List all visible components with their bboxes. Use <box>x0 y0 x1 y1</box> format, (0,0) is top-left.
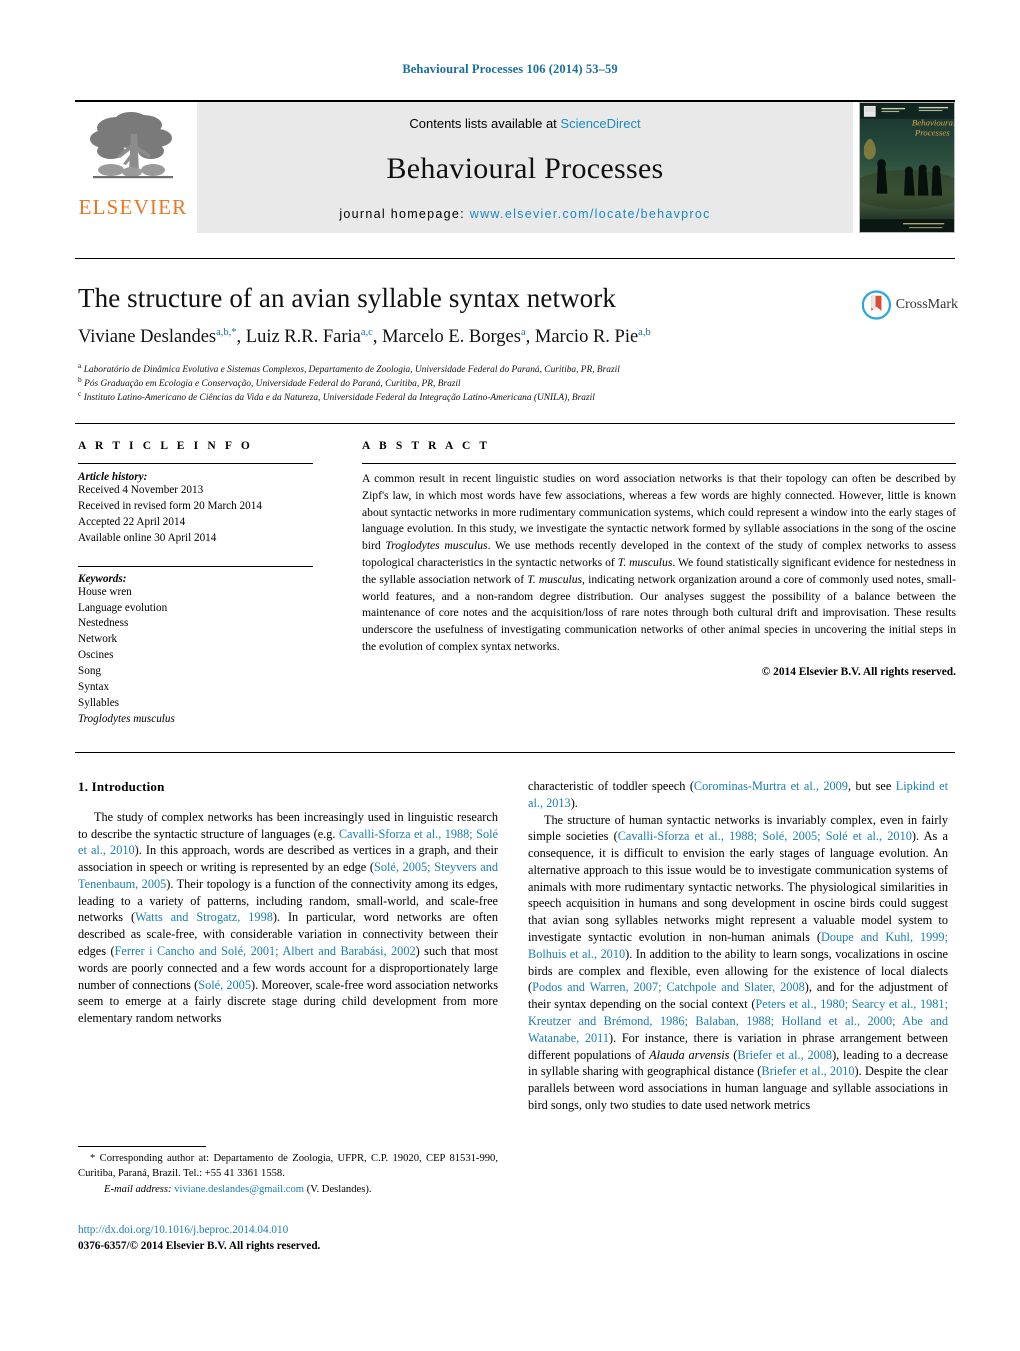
keyword-item: House wren <box>78 585 132 598</box>
body-column-right: characteristic of toddler speech (Coromi… <box>528 778 948 1114</box>
keyword-item: Network <box>78 633 118 646</box>
journal-band: Contents lists available at ScienceDirec… <box>197 102 853 233</box>
author-list: Viviane Deslandesa,b,*, Luiz R.R. Fariaa… <box>78 326 651 347</box>
affiliation-text-a: Laboratório de Dinâmica Evolutiva e Sist… <box>83 365 620 376</box>
journal-masthead: ELSEVIER Contents lists available at Sci… <box>75 100 955 233</box>
elsevier-logo: ELSEVIER <box>75 102 191 233</box>
abstract-section-divider <box>75 423 955 424</box>
journal-cover-thumbnail: Behavioural Processes <box>859 102 955 233</box>
body-column-left: 1. Introduction The study of complex net… <box>78 778 498 1027</box>
crossmark-icon <box>862 290 891 320</box>
affiliation-mark-c: c <box>78 389 82 398</box>
abstract-text: A common result in recent linguistic stu… <box>362 472 957 653</box>
email-attribution: (V. Deslandes). <box>306 1184 372 1196</box>
article-info-column: A R T I C L E I N F O Article history: R… <box>78 440 313 728</box>
issn-copyright-line: 0376-6357/© 2014 Elsevier B.V. All right… <box>78 1240 321 1253</box>
email-link[interactable]: viviane.deslandes@gmail.com <box>174 1184 304 1195</box>
contents-available-line: Contents lists available at ScienceDirec… <box>409 116 640 131</box>
article-info-rule <box>78 463 313 464</box>
intro-paragraph-1-continued: characteristic of toddler speech (Coromi… <box>528 779 948 810</box>
crossmark-badge[interactable]: CrossMark <box>862 285 958 325</box>
keyword-item: Nestedness <box>78 617 129 630</box>
footnote-block: * Corresponding author at: Departamento … <box>78 1152 498 1198</box>
article-history-item: Received 4 November 2013 <box>78 484 204 496</box>
keyword-item: Language evolution <box>78 601 168 614</box>
crossmark-label: CrossMark <box>895 297 958 312</box>
intro-paragraph-1: The study of complex networks has been i… <box>78 809 498 1026</box>
abstract-rule <box>362 463 956 464</box>
article-page: Behavioural Processes 106 (2014) 53–59 E… <box>0 0 1020 1351</box>
corresponding-author-note: * Corresponding author at: Departamento … <box>78 1153 498 1179</box>
article-info-heading: A R T I C L E I N F O <box>78 440 253 452</box>
page-title: The structure of an avian syllable synta… <box>78 283 616 313</box>
affiliation-mark-a: a <box>78 361 82 370</box>
keyword-item: Syllables <box>78 696 120 709</box>
keywords-block: Keywords: House wren Language evolution … <box>78 565 313 728</box>
keyword-item: Song <box>78 665 102 678</box>
doi-block: http://dx.doi.org/10.1016/j.beproc.2014.… <box>78 1222 508 1254</box>
article-history-item: Received in revised form 20 March 2014 <box>78 499 262 512</box>
article-history-label: Article history: <box>78 471 148 483</box>
footnote-divider <box>78 1146 206 1147</box>
contents-prefix: Contents lists available at <box>409 116 561 131</box>
running-head: Behavioural Processes 106 (2014) 53–59 <box>402 62 618 76</box>
affiliation-text-b: Pós Graduação em Ecologia e Conservação,… <box>84 379 461 390</box>
elsevier-wordmark: ELSEVIER <box>78 195 188 219</box>
journal-homepage-line: journal homepage: www.elsevier.com/locat… <box>339 207 710 221</box>
keyword-item: Syntax <box>78 681 110 694</box>
homepage-label: journal homepage: <box>339 207 465 221</box>
affiliation-c: c Instituto Latino-Americano de Ciências… <box>78 389 878 405</box>
doi-link[interactable]: http://dx.doi.org/10.1016/j.beproc.2014.… <box>78 1222 508 1238</box>
body-divider <box>75 752 955 753</box>
svg-text:Processes: Processes <box>914 127 950 137</box>
sciencedirect-link[interactable]: ScienceDirect <box>560 116 640 131</box>
keywords-label: Keywords: <box>78 572 127 585</box>
homepage-url-link[interactable]: www.elsevier.com/locate/behavproc <box>470 207 711 221</box>
email-note: E-mail address: viviane.deslandes@gmail.… <box>78 1183 498 1198</box>
abstract-column: A B S T R A C T A common result in recen… <box>362 440 956 678</box>
affiliation-mark-b: b <box>78 375 82 384</box>
journal-title: Behavioural Processes <box>386 152 664 185</box>
svg-text:Behavioural: Behavioural <box>912 118 954 128</box>
section-heading-introduction: 1. Introduction <box>78 779 165 794</box>
affiliation-text-c: Instituto Latino-Americano de Ciências d… <box>83 393 595 404</box>
email-label: E-mail address: <box>104 1184 172 1196</box>
article-history-item: Accepted 22 April 2014 <box>78 515 186 528</box>
intro-paragraph-2: The structure of human syntactic network… <box>528 812 949 1112</box>
elsevier-tree-icon <box>90 112 173 179</box>
article-history-item: Available online 30 April 2014 <box>78 531 217 544</box>
abstract-copyright: © 2014 Elsevier B.V. All rights reserved… <box>761 665 956 678</box>
cover-artwork: Behavioural Processes <box>860 103 954 232</box>
keyword-item-species: Troglodytes musculus <box>78 712 175 725</box>
abstract-heading: A B S T R A C T <box>362 440 491 452</box>
keywords-rule <box>78 565 313 567</box>
title-divider <box>75 258 955 259</box>
keyword-item: Oscines <box>78 649 114 662</box>
